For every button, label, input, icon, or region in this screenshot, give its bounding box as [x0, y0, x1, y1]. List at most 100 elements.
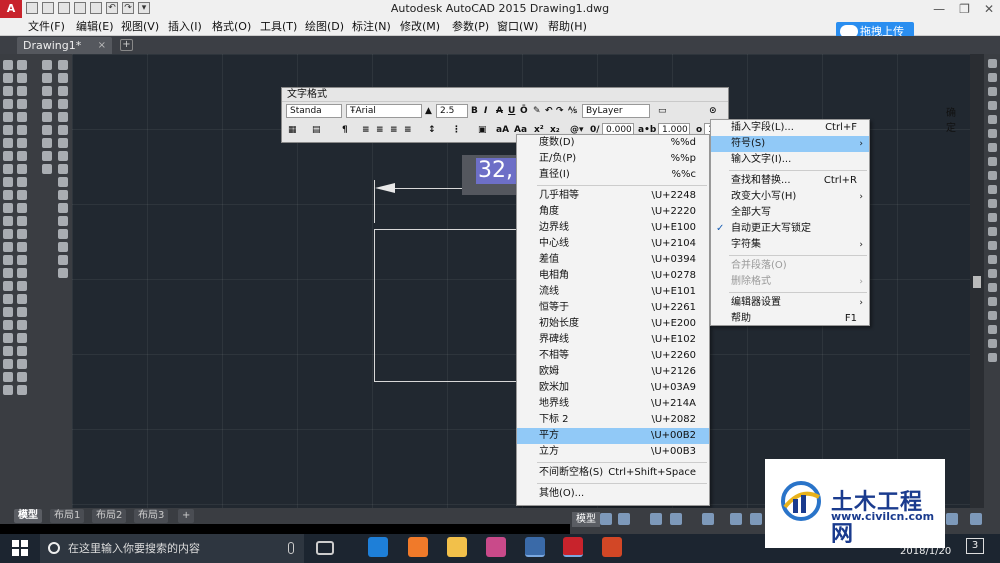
- id-tool-icon[interactable]: [17, 281, 27, 291]
- options-icon[interactable]: ⊙: [709, 105, 717, 117]
- menu-item-input-text[interactable]: 输入文字(I)...: [711, 152, 869, 168]
- circle-tool-icon[interactable]: [3, 138, 13, 148]
- text-style-select[interactable]: Standa: [286, 104, 342, 118]
- region-tool-icon[interactable]: [3, 268, 13, 278]
- menu-item-electrical-phase[interactable]: 电相角 \U+0278: [517, 268, 709, 284]
- menu-item-degree[interactable]: 度数(D) %%d: [517, 135, 709, 151]
- nav-tool-icon-9[interactable]: [987, 171, 997, 180]
- line-tool-icon[interactable]: [3, 60, 13, 70]
- copy-tool-icon[interactable]: [3, 333, 13, 343]
- menu-format[interactable]: 格式(O): [212, 18, 251, 35]
- app-icon-orange[interactable]: [408, 537, 428, 557]
- menu-item-flow-line[interactable]: 流线 \U+E101: [517, 284, 709, 300]
- table-tool-icon[interactable]: [3, 281, 13, 291]
- nav-tool-icon-1[interactable]: [987, 59, 997, 68]
- menu-item-autocaps[interactable]: ✓ 自动更正大写锁定: [711, 221, 869, 237]
- rotate-tool-icon[interactable]: [17, 60, 27, 70]
- menu-modify[interactable]: 修改(M): [400, 18, 440, 35]
- file-explorer-icon[interactable]: [447, 537, 467, 557]
- arc-tool-icon[interactable]: [3, 125, 13, 135]
- override-tool-icon[interactable]: [17, 385, 27, 395]
- line-spacing-icon[interactable]: ↕: [428, 124, 436, 136]
- rectangle-tool-icon[interactable]: [3, 112, 13, 122]
- nav-tool-icon-14[interactable]: [987, 241, 997, 250]
- scrollbar-thumb[interactable]: [973, 276, 981, 288]
- nav-tool-icon-2[interactable]: [987, 73, 997, 82]
- zoom-extents-icon[interactable]: [42, 112, 52, 122]
- align-justify-icon[interactable]: ≡: [404, 124, 412, 136]
- hatch-tool-icon[interactable]: [3, 242, 13, 252]
- model-space-button[interactable]: 模型: [572, 512, 600, 527]
- menu-item-initial-length[interactable]: 初始长度 \U+E200: [517, 316, 709, 332]
- gradient-tool-icon[interactable]: [3, 255, 13, 265]
- italic-button[interactable]: I: [484, 105, 487, 117]
- wipeout-draw-icon[interactable]: [58, 242, 68, 252]
- menu-item-diameter[interactable]: 直径(I) %%c: [517, 167, 709, 183]
- polygon-tool-icon[interactable]: [3, 99, 13, 109]
- menu-item-omega[interactable]: 欧米加 \U+03A9: [517, 380, 709, 396]
- extend-tool-icon[interactable]: [17, 112, 27, 122]
- color-select[interactable]: ByLayer: [582, 104, 650, 118]
- menu-item-all-caps[interactable]: 全部大写: [711, 205, 869, 221]
- menu-help[interactable]: 帮助(H): [548, 18, 587, 35]
- nav-tool-icon-10[interactable]: [987, 185, 997, 194]
- cloud-draw-icon[interactable]: [58, 125, 68, 135]
- overline-button[interactable]: Ō: [520, 105, 528, 117]
- array-tool-icon[interactable]: [3, 372, 13, 382]
- notification-icon[interactable]: 3: [966, 538, 984, 554]
- workspace-icon[interactable]: [750, 513, 762, 525]
- ortho-icon[interactable]: [650, 513, 662, 525]
- tab-close-icon[interactable]: ×: [98, 37, 106, 54]
- nav-tool-icon-8[interactable]: [987, 157, 997, 166]
- new-tab-button[interactable]: +: [120, 39, 133, 51]
- taskbar-search-box[interactable]: 在这里输入你要搜索的内容: [40, 534, 304, 563]
- justification-icon[interactable]: ▤: [312, 124, 321, 136]
- style-tool-icon[interactable]: [17, 359, 27, 369]
- menu-item-property-line[interactable]: 地界线 \U+214A: [517, 396, 709, 412]
- strikethrough-button[interactable]: A: [496, 105, 503, 117]
- menu-item-find-replace[interactable]: 查找和替换... Ctrl+R: [711, 173, 869, 189]
- menu-item-symbol[interactable]: 符号(S) ›: [711, 136, 869, 152]
- customize-status-icon[interactable]: [970, 513, 982, 525]
- grid-icon[interactable]: [600, 513, 612, 525]
- revcloud-tool-icon[interactable]: [3, 151, 13, 161]
- snap-icon[interactable]: [618, 513, 630, 525]
- menu-item-identity[interactable]: 恒等于 \U+2261: [517, 300, 709, 316]
- menu-item-other[interactable]: 其他(O)...: [517, 486, 709, 502]
- stack-icon[interactable]: ⅍: [568, 105, 577, 117]
- menu-window[interactable]: 窗口(W): [497, 18, 538, 35]
- underline-button[interactable]: U: [508, 105, 515, 117]
- bold-button[interactable]: B: [471, 105, 478, 117]
- dist-tool-icon[interactable]: [17, 242, 27, 252]
- windows-start-icon[interactable]: [12, 540, 28, 556]
- menu-item-ohm[interactable]: 欧姆 \U+2126: [517, 364, 709, 380]
- rectangle-draw-icon[interactable]: [58, 99, 68, 109]
- microphone-icon[interactable]: [288, 542, 294, 554]
- point-tool-icon[interactable]: [3, 229, 13, 239]
- menu-draw[interactable]: 绘图(D): [305, 18, 344, 35]
- menu-item-cubed[interactable]: 立方 \U+00B3: [517, 444, 709, 460]
- explode-tool-icon[interactable]: [17, 177, 27, 187]
- menu-tools[interactable]: 工具(T): [260, 18, 297, 35]
- calc-tool-icon[interactable]: [17, 294, 27, 304]
- font-select[interactable]: ŦArial: [346, 104, 422, 118]
- gradient-draw-icon[interactable]: [58, 229, 68, 239]
- center-tool-icon[interactable]: [17, 346, 27, 356]
- mtext-tool-icon[interactable]: [3, 294, 13, 304]
- edge-browser-icon[interactable]: [368, 537, 388, 557]
- table-draw-icon[interactable]: [58, 203, 68, 213]
- measure-tool-icon[interactable]: [17, 229, 27, 239]
- menu-item-center-line[interactable]: 中心线 \U+2104: [517, 236, 709, 252]
- layer-tool-icon[interactable]: [17, 190, 27, 200]
- nav-tool-icon-22[interactable]: [987, 353, 997, 362]
- area-tool-icon[interactable]: [17, 255, 27, 265]
- arc-draw-icon[interactable]: [58, 60, 68, 70]
- nav-tool-icon-11[interactable]: [987, 199, 997, 208]
- nav-tool-icon-18[interactable]: [987, 297, 997, 306]
- update-tool-icon[interactable]: [17, 372, 27, 382]
- text-height-select[interactable]: 2.5: [436, 104, 468, 118]
- spline-tool-icon[interactable]: [3, 164, 13, 174]
- nav-tool-icon-21[interactable]: [987, 339, 997, 348]
- join-tool-icon[interactable]: [17, 138, 27, 148]
- autocad-taskbar-icon[interactable]: [563, 537, 583, 557]
